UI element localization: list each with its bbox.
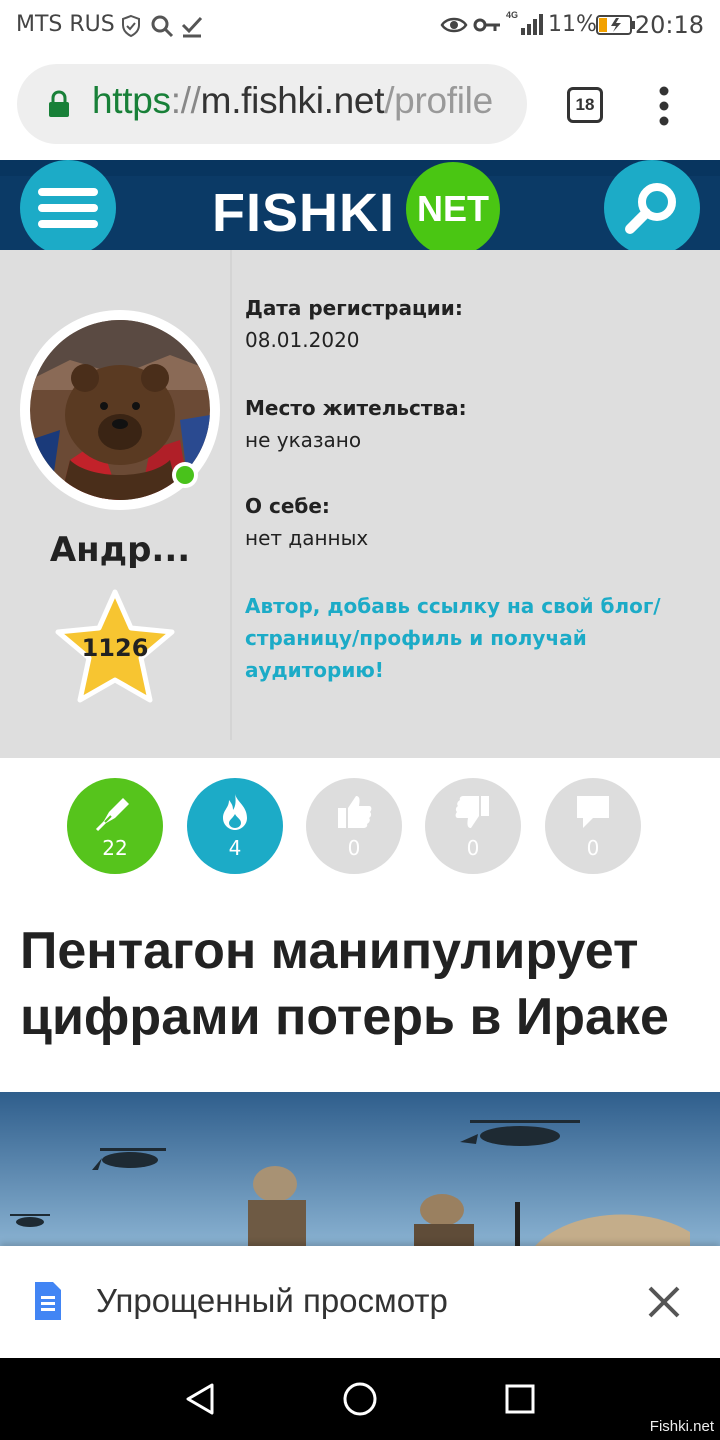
overflow-menu-icon[interactable] (652, 86, 676, 126)
hamburger-line (38, 188, 98, 196)
stat-hot-button[interactable]: 4 (187, 778, 283, 874)
shield-icon (122, 14, 140, 38)
hamburger-menu-button[interactable] (20, 160, 116, 256)
key-icon (473, 18, 500, 32)
stat-comments-button[interactable]: 0 (545, 778, 641, 874)
tab-switcher-button[interactable]: 18 (567, 87, 603, 123)
back-icon[interactable] (184, 1382, 216, 1416)
stat-comments-count: 0 (586, 836, 600, 860)
stat-posts-count: 22 (102, 836, 128, 860)
recent-apps-icon[interactable] (504, 1383, 536, 1415)
registration-value: 08.01.2020 (245, 328, 360, 352)
flame-icon (223, 794, 247, 830)
thumbs-up-icon (338, 796, 372, 828)
online-indicator-dot (176, 466, 194, 484)
url-separator: :// (170, 80, 201, 121)
signal-icon (521, 14, 543, 35)
clock: 20:18 (634, 11, 704, 39)
document-icon (35, 1282, 61, 1320)
search-icon (625, 183, 676, 234)
article-image[interactable] (0, 1092, 720, 1252)
lock-icon (49, 90, 69, 117)
hamburger-line (38, 220, 98, 228)
battery-icon (596, 15, 635, 35)
stat-likes-button[interactable]: 0 (306, 778, 402, 874)
hamburger-line (38, 204, 98, 212)
about-label: О себе: (245, 494, 330, 518)
battery-percent: 11% (548, 12, 597, 37)
search-button[interactable] (604, 160, 700, 256)
profile-divider (230, 250, 232, 740)
network-type: 4G (506, 10, 519, 20)
username: Андр... (49, 530, 191, 570)
stat-dislikes-count: 0 (466, 836, 480, 860)
home-icon[interactable] (342, 1381, 378, 1417)
registration-label: Дата регистрации: (245, 296, 463, 320)
eye-icon (440, 17, 468, 33)
add-blog-link[interactable]: Автор, добавь ссылку на свой блог/ стран… (245, 590, 705, 686)
site-logo-badge[interactable]: NET (406, 162, 500, 256)
thumbs-down-icon (455, 796, 489, 828)
about-value: нет данных (245, 526, 369, 550)
watermark: Fishki.net (649, 1418, 714, 1435)
residence-label: Место жительства: (245, 396, 467, 420)
stat-likes-count: 0 (347, 836, 361, 860)
check-download-icon (181, 16, 203, 38)
pen-icon (95, 798, 129, 832)
rating-value: 1126 (81, 634, 149, 662)
residence-value: не указано (245, 428, 362, 452)
stat-hot-count: 4 (228, 836, 242, 860)
soldiers-helicopters-image (0, 1092, 720, 1252)
simplified-view-label[interactable]: Упрощенный просмотр (96, 1282, 448, 1320)
carrier-name: MTS RUS (16, 12, 115, 37)
url-text[interactable]: https://m.fishki.net/profile (92, 80, 506, 122)
url-scheme: https (92, 80, 171, 121)
article-title[interactable]: Пентагон манипулирует цифрами потерь в И… (20, 918, 710, 1050)
url-host: m.fishki.net (200, 80, 385, 121)
url-path: /profile (384, 80, 493, 121)
stat-posts-button[interactable]: 22 (67, 778, 163, 874)
close-icon[interactable] (646, 1284, 682, 1320)
site-logo[interactable]: FISHKI (212, 182, 395, 244)
stat-dislikes-button[interactable]: 0 (425, 778, 521, 874)
comment-icon (577, 796, 609, 828)
search-status-icon (151, 15, 174, 38)
